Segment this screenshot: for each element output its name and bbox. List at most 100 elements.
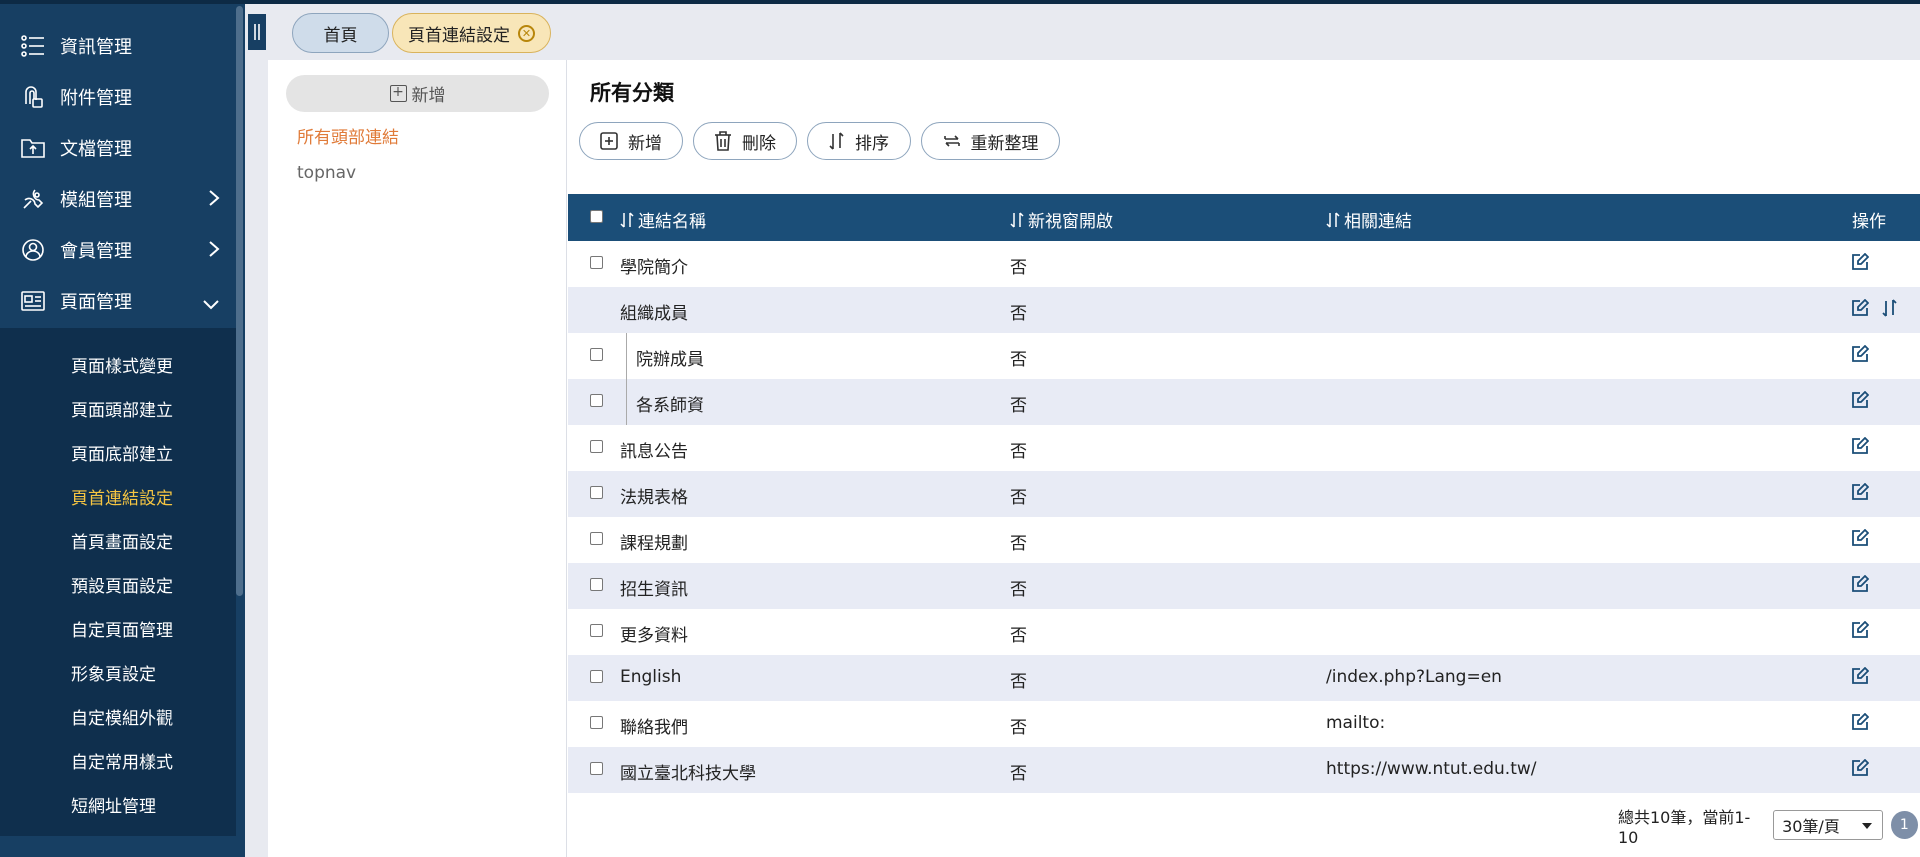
link-url: mailto: [1326,713,1386,733]
category-panel: + 新增 所有頭部連結 topnav [268,60,567,857]
edit-icon[interactable] [1851,252,1870,276]
edit-icon[interactable] [1851,436,1870,460]
column-header-link[interactable]: 相關連結 [1326,207,1412,232]
edit-icon[interactable] [1851,574,1870,598]
row-checkbox[interactable] [590,762,603,775]
sidebar-item-label: 資訊管理 [60,36,132,58]
submenu-item[interactable]: 預設頁面設定 [71,572,173,597]
sidebar-item-documents[interactable]: 文檔管理 [0,122,236,173]
page-title: 所有分類 [590,81,674,105]
edit-icon[interactable] [1851,712,1870,736]
sidebar-scrollbar[interactable] [236,6,243,596]
link-name: 學院簡介 [620,258,688,278]
row-checkbox[interactable] [590,256,603,269]
refresh-icon [943,132,961,150]
plus-icon: + [389,85,407,102]
table-row: English 否 /index.php?Lang=en [568,655,1920,701]
sort-icon [1010,211,1024,228]
sidebar-item-pages[interactable]: 頁面管理 [0,275,236,326]
row-checkbox[interactable] [590,394,603,407]
edit-icon[interactable] [1851,666,1870,690]
row-checkbox[interactable] [590,486,603,499]
sidebar-item-attachments[interactable]: 附件管理 [0,71,236,122]
sort-icon [1326,211,1340,228]
submenu-item[interactable]: 頁面頭部建立 [71,396,173,421]
page-size-value: 30筆/頁 [1782,817,1840,836]
submenu-item[interactable]: 首頁畫面設定 [71,528,173,553]
page-layout-icon [20,288,46,314]
category-item[interactable]: topnav [297,163,356,183]
submenu-item[interactable]: 自定模組外觀 [71,704,173,729]
delete-label: 刪除 [742,133,776,154]
row-checkbox[interactable] [590,440,603,453]
row-checkbox[interactable] [590,716,603,729]
link-name: 各系師資 [636,396,704,416]
close-icon[interactable]: ✕ [518,24,535,42]
tab-header-links[interactable]: 頁首連結設定 ✕ [392,13,551,53]
edit-icon[interactable] [1851,298,1870,322]
sidebar-item-members[interactable]: 會員管理 [0,224,236,275]
chevron-down-icon [202,295,220,316]
column-header-actions: 操作 [1852,212,1886,232]
page-number-button[interactable]: 1 [1890,811,1918,839]
submenu-item[interactable]: 頁面底部建立 [71,440,173,465]
wrench-icon [20,186,46,212]
submenu-item-active[interactable]: 頁首連結設定 [71,484,173,509]
new-window-value: 否 [1010,258,1027,278]
table-row: 更多資料 否 [568,609,1920,655]
sort-children-icon[interactable] [1882,299,1898,322]
link-name: 課程規劃 [620,534,688,554]
pagination: 總共10筆，當前1-10 30筆/頁 1 [1618,808,1918,847]
link-url: https://www.ntut.edu.tw/ [1326,759,1537,779]
column-header-name[interactable]: 連結名稱 [620,207,706,232]
sidebar-bottom [0,836,236,857]
refresh-button[interactable]: 重新整理 [921,122,1060,160]
edit-icon[interactable] [1851,390,1870,414]
pagination-summary: 總共10筆，當前1-10 [1617,807,1751,847]
row-checkbox[interactable] [590,348,603,361]
sort-button[interactable]: 排序 [807,122,911,160]
sidebar-item-label: 文檔管理 [60,138,132,160]
sidebar-item-label: 附件管理 [60,87,132,109]
sidebar: 資訊管理 附件管理 文檔管理 模組管理 會員管理 頁面管理 頁面樣式變更 頁面頭… [0,4,245,857]
category-item-active[interactable]: 所有頭部連結 [297,123,399,148]
edit-icon[interactable] [1851,344,1870,368]
edit-icon[interactable] [1851,528,1870,552]
tab-home[interactable]: 首頁 [292,13,389,53]
sidebar-collapse-button[interactable] [248,14,266,50]
submenu-item[interactable]: 短網址管理 [71,792,156,817]
new-window-value: 否 [1010,580,1027,600]
main-panel: 所有分類 新增 刪除 排序 重新整理 連結名稱 新視窗開啟 相關連結 操作 學院… [568,60,1920,857]
row-checkbox[interactable] [590,578,603,591]
select-all-checkbox[interactable] [590,210,603,223]
row-checkbox[interactable] [590,624,603,637]
sidebar-item-modules[interactable]: 模組管理 [0,173,236,224]
add-button[interactable]: 新增 [579,122,683,160]
new-window-value: 否 [1010,534,1027,554]
column-header-new-window[interactable]: 新視窗開啟 [1010,207,1113,232]
table-row: 院辦成員 否 [568,333,1920,379]
tab-label: 頁首連結設定 [408,25,510,46]
add-category-button[interactable]: + 新增 [286,75,549,112]
link-name: 院辦成員 [636,350,704,370]
delete-button[interactable]: 刪除 [693,122,797,160]
sidebar-item-info[interactable]: 資訊管理 [0,20,236,71]
row-checkbox[interactable] [590,532,603,545]
table-row: 各系師資 否 [568,379,1920,425]
new-window-value: 否 [1010,672,1027,692]
new-window-value: 否 [1010,304,1027,324]
row-checkbox[interactable] [590,670,603,683]
table-row: 課程規劃 否 [568,517,1920,563]
submenu-item[interactable]: 自定常用樣式 [71,748,173,773]
trash-icon [714,131,732,151]
link-name: 組織成員 [620,304,688,324]
edit-icon[interactable] [1851,620,1870,644]
submenu-item[interactable]: 形象頁設定 [71,660,156,685]
edit-icon[interactable] [1851,758,1870,782]
edit-icon[interactable] [1851,482,1870,506]
submenu-item[interactable]: 頁面樣式變更 [71,352,173,377]
table-row: 聯絡我們 否 mailto: [568,701,1920,747]
new-window-value: 否 [1010,442,1027,462]
submenu-item[interactable]: 自定頁面管理 [71,616,173,641]
page-size-select[interactable]: 30筆/頁 [1773,810,1883,840]
